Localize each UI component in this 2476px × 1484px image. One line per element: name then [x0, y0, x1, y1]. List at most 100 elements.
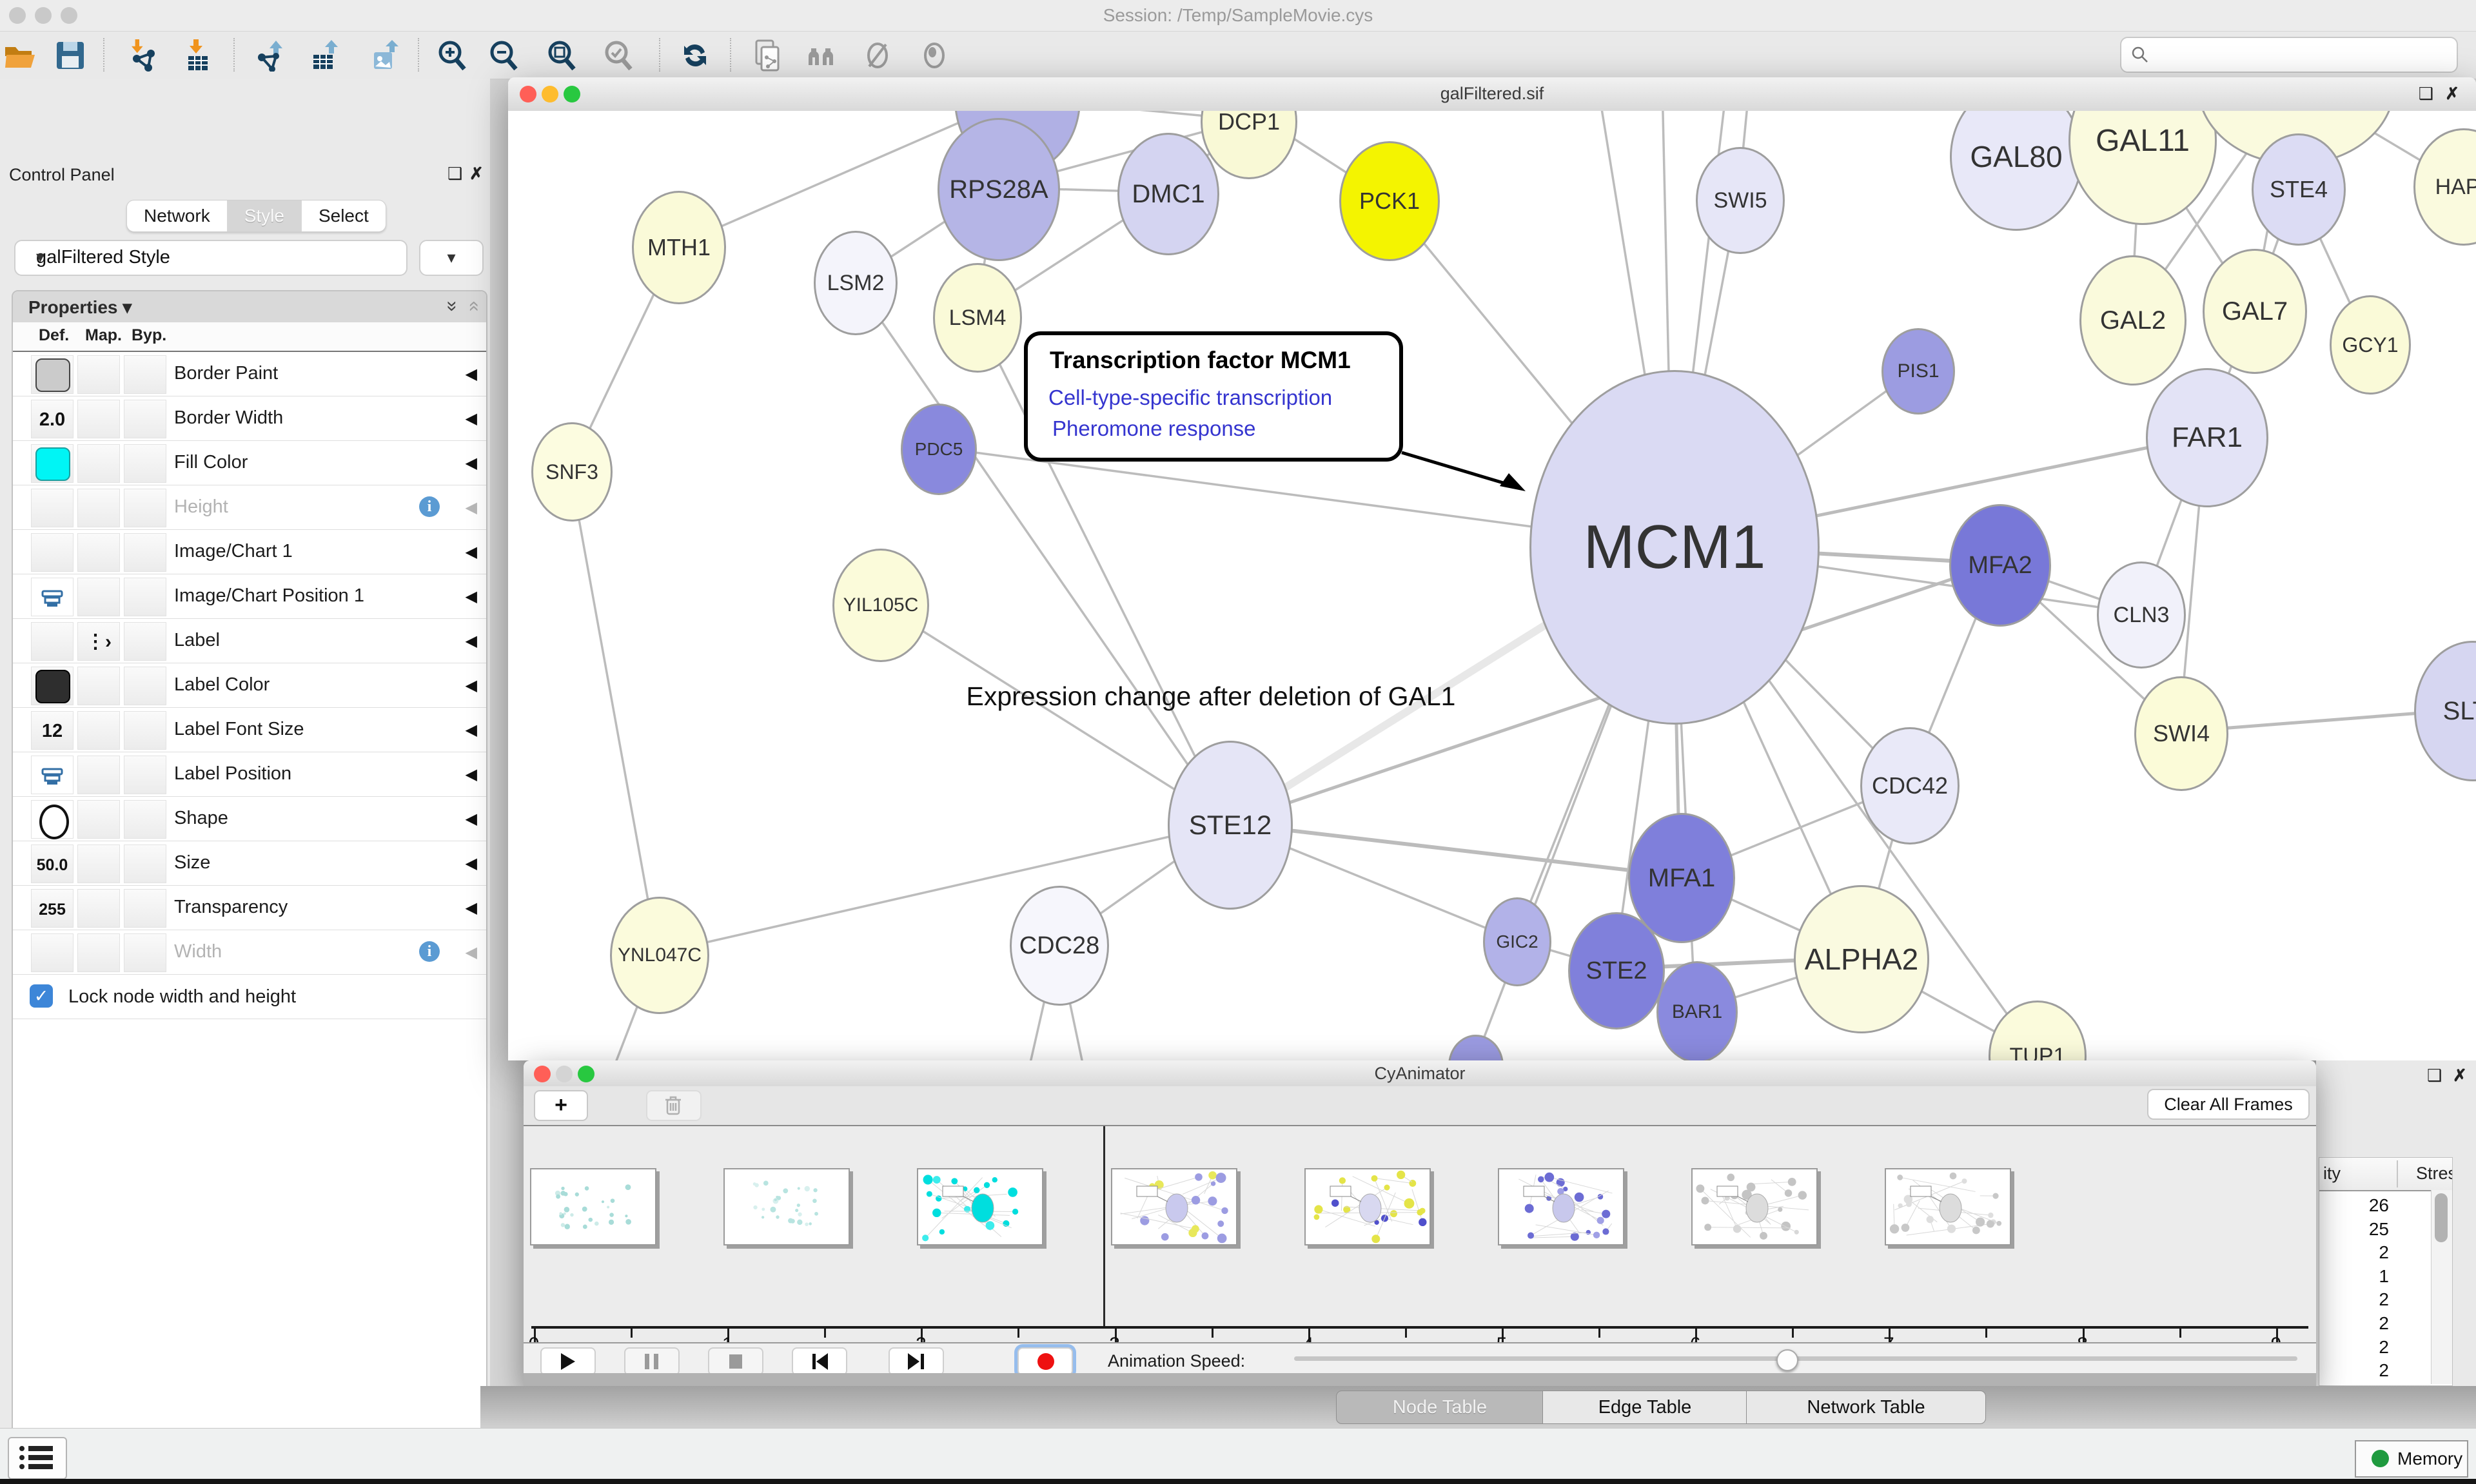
collapse-arrow-icon[interactable]: ◀ [466, 854, 477, 873]
delete-frame-button[interactable] [646, 1090, 702, 1121]
search-input[interactable] [2120, 37, 2458, 73]
collapse-arrow-icon[interactable]: ◀ [466, 632, 477, 650]
collapse-arrow-icon[interactable]: ◀ [466, 899, 477, 917]
property-row-border-paint[interactable]: Border Paint◀ [13, 352, 486, 396]
mapping-cell[interactable] [77, 489, 120, 527]
tab-network[interactable]: Network [127, 200, 228, 231]
mapping-cell[interactable] [77, 667, 120, 705]
network-node-far1[interactable]: FAR1 [2146, 368, 2268, 507]
network-node-swi5[interactable]: SWI5 [1696, 147, 1785, 254]
default-value-cell[interactable] [31, 489, 74, 527]
table-cell-value[interactable]: 2 [2324, 1242, 2389, 1263]
export-network-icon[interactable] [254, 39, 286, 72]
lock-node-size-row[interactable]: ✓Lock node width and height [13, 975, 486, 1019]
network-node-cdc42[interactable]: CDC42 [1860, 727, 1960, 845]
tab-edge-table[interactable]: Edge Table [1542, 1391, 1747, 1424]
style-selector-dropdown[interactable]: galFiltered Style ▾ [14, 240, 408, 276]
default-value-cell[interactable] [31, 355, 74, 394]
property-row-label-color[interactable]: Label Color◀ [13, 663, 486, 708]
property-row-size[interactable]: 50.0Size◀ [13, 841, 486, 886]
timeline-playhead[interactable] [1103, 1126, 1105, 1327]
close-table-icon[interactable]: ✗ [2453, 1066, 2467, 1086]
network-node-mth1[interactable]: MTH1 [632, 191, 726, 304]
stop-button[interactable] [708, 1347, 763, 1376]
import-table-icon[interactable] [182, 39, 214, 72]
previous-frame-button[interactable] [792, 1347, 847, 1376]
property-row-image-chart-position-1[interactable]: Image/Chart Position 1◀ [13, 574, 486, 619]
zoom-out-icon[interactable] [487, 39, 520, 72]
network-node-pdc5[interactable]: PDC5 [901, 404, 977, 495]
tab-network-table[interactable]: Network Table [1746, 1391, 1986, 1424]
table-cell-value[interactable]: 1 [2324, 1266, 2389, 1287]
next-frame-button[interactable] [889, 1347, 944, 1376]
bypass-cell[interactable] [124, 533, 166, 572]
show-details-icon[interactable] [918, 39, 950, 72]
table-cell-value[interactable]: 2 [2324, 1313, 2389, 1334]
zoom-in-icon[interactable] [436, 39, 468, 72]
bypass-cell[interactable] [124, 622, 166, 661]
network-node-gal2[interactable]: GAL2 [2079, 255, 2186, 386]
zoom-selected-icon[interactable] [602, 39, 634, 72]
network-window-titlebar[interactable]: galFiltered.sif ❑ ✗ [508, 77, 2476, 112]
bypass-cell[interactable] [124, 800, 166, 839]
network-node-alpha2[interactable]: ALPHA2 [1794, 885, 1929, 1033]
network-node-ynl047c[interactable]: YNL047C [610, 897, 709, 1014]
frame-thumbnail-3[interactable] [1111, 1168, 1237, 1245]
slider-thumb[interactable] [1776, 1349, 1798, 1371]
collapse-arrow-icon[interactable]: ◀ [466, 721, 477, 739]
default-value-cell[interactable] [31, 578, 74, 616]
network-node-lsm2[interactable]: LSM2 [814, 231, 898, 335]
network-node-gcy1[interactable]: GCY1 [2330, 295, 2411, 395]
bypass-cell[interactable] [124, 578, 166, 616]
property-row-label[interactable]: ⋮›Label◀ [13, 619, 486, 663]
frame-thumbnail-7[interactable] [1885, 1168, 2011, 1245]
network-node-dmc1[interactable]: DMC1 [1117, 133, 1219, 255]
float-panel-icon[interactable]: ❑ [447, 164, 462, 184]
network-node-gal7[interactable]: GAL7 [2203, 249, 2307, 374]
tab-style[interactable]: Style [228, 200, 302, 231]
frame-thumbnail-6[interactable] [1691, 1168, 1818, 1245]
bypass-cell[interactable] [124, 667, 166, 705]
bypass-cell[interactable] [124, 756, 166, 794]
frame-thumbnail-1[interactable] [723, 1168, 850, 1245]
default-value-cell[interactable] [31, 622, 74, 661]
collapse-arrow-icon[interactable]: ◀ [466, 765, 477, 784]
default-value-cell[interactable] [31, 756, 74, 794]
mapping-cell[interactable] [77, 444, 120, 483]
cyanimator-titlebar[interactable]: CyAnimator [524, 1060, 2316, 1087]
property-row-width[interactable]: Widthi◀ [13, 930, 486, 975]
add-frame-button[interactable]: + [534, 1090, 588, 1121]
bypass-cell[interactable] [124, 845, 166, 883]
property-row-label-font-size[interactable]: 12Label Font Size◀ [13, 708, 486, 752]
lock-checkbox[interactable]: ✓ [30, 984, 53, 1008]
search-network-icon[interactable] [805, 39, 837, 72]
bypass-cell[interactable] [124, 355, 166, 394]
network-node-pck1[interactable]: PCK1 [1339, 141, 1440, 261]
default-value-cell[interactable]: 12 [31, 711, 74, 750]
collapse-all-icon[interactable]: » [462, 301, 484, 312]
network-node-rps28a[interactable]: RPS28A [938, 118, 1060, 261]
mapping-cell[interactable] [77, 533, 120, 572]
zoom-fit-icon[interactable] [545, 39, 578, 72]
network-node-cln3[interactable]: CLN3 [2097, 561, 2186, 669]
frame-thumbnail-5[interactable] [1498, 1168, 1624, 1245]
property-row-image-chart-1[interactable]: Image/Chart 1◀ [13, 530, 486, 574]
collapse-arrow-icon[interactable]: ◀ [466, 810, 477, 828]
property-row-height[interactable]: Heighti◀ [13, 485, 486, 530]
network-node-lsm4[interactable]: LSM4 [933, 263, 1022, 373]
collapse-arrow-icon[interactable]: ◀ [466, 409, 477, 428]
default-value-cell[interactable] [31, 444, 74, 483]
mapping-cell[interactable] [77, 889, 120, 928]
mcm1-annotation[interactable]: Transcription factor MCM1 Cell-type-spec… [1024, 331, 1403, 462]
table-cell-value[interactable]: 2 [2324, 1289, 2389, 1310]
bypass-cell[interactable] [124, 400, 166, 438]
export-image-icon[interactable] [369, 39, 401, 72]
collapse-arrow-icon[interactable]: ◀ [466, 676, 477, 695]
mapping-cell[interactable] [77, 400, 120, 438]
collapse-arrow-icon[interactable]: ◀ [466, 454, 477, 473]
info-icon[interactable]: i [419, 941, 440, 962]
properties-header[interactable]: Properties ▾ » » [13, 291, 486, 323]
frame-thumbnail-2[interactable] [917, 1168, 1043, 1245]
expression-change-label[interactable]: Expression change after deletion of GAL1 [953, 681, 1469, 712]
cyanimator-timeline[interactable]: 0123456789 Seconds [524, 1126, 2316, 1342]
